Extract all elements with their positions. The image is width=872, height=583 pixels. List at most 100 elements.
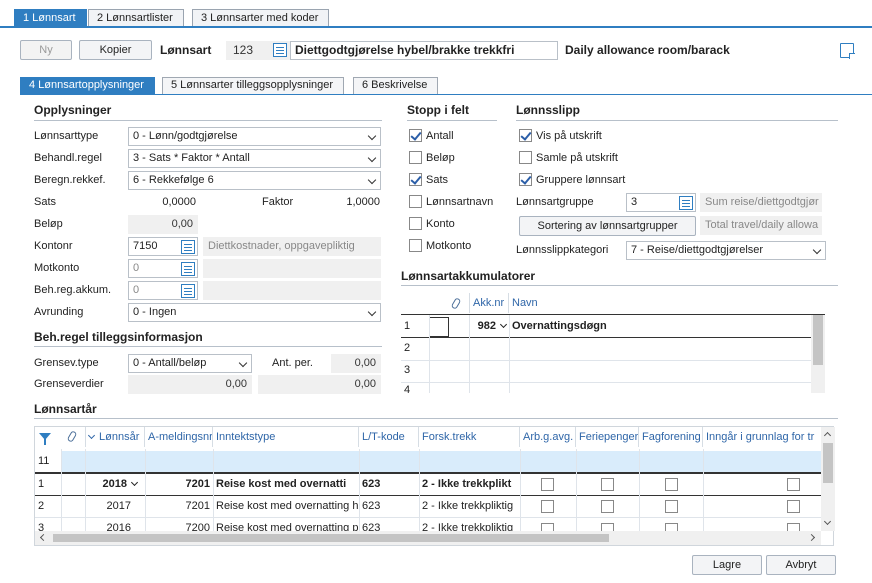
- col-inngar-grunnlag[interactable]: Inngår i grunnlag for tr: [703, 427, 821, 447]
- behreg-field[interactable]: 0: [128, 281, 198, 300]
- stopp-sats-checkbox[interactable]: [409, 173, 422, 186]
- tab-lonnsart[interactable]: 1 Lønnsart: [14, 9, 87, 27]
- beregn-select[interactable]: 6 - Rekkefølge 6: [128, 171, 381, 190]
- subtab-lonnsartopplysninger[interactable]: 4 Lønnsartopplysninger: [20, 77, 155, 94]
- table-row-lt-kode[interactable]: 623: [359, 474, 419, 495]
- stopp-belop-checkbox[interactable]: [409, 151, 422, 164]
- table-row-inntektstype[interactable]: Reise kost med overnatti: [213, 474, 359, 495]
- samle-utskrift-checkbox[interactable]: [519, 151, 532, 164]
- col-akknr[interactable]: Akk.nr: [469, 293, 509, 313]
- table-hscrollbar-thumb[interactable]: [53, 534, 609, 542]
- table-row-forsk-trekk[interactable]: 2 - Ikke trekkplikt: [419, 474, 520, 495]
- table-vscrollbar[interactable]: [821, 427, 835, 531]
- stopp-antall-checkbox[interactable]: [409, 129, 422, 142]
- gruppere-lonnsart-checkbox[interactable]: [519, 173, 532, 186]
- motkonto-lookup-icon[interactable]: [181, 262, 195, 276]
- table-row-lonnsar[interactable]: 2017: [85, 496, 145, 517]
- kontonr-field[interactable]: 7150: [128, 237, 198, 256]
- scroll-left-icon[interactable]: [39, 533, 48, 542]
- table-row-amelding[interactable]: 7201: [145, 474, 213, 495]
- scroll-down-icon[interactable]: [823, 517, 832, 526]
- table-row-amelding[interactable]: 7200: [145, 518, 213, 531]
- subtab-lonnsarter-tilleggsopplysninger[interactable]: 5 Lønnsarter tilleggsopplysninger: [162, 77, 345, 94]
- stopp-motkonto-checkbox[interactable]: [409, 239, 422, 252]
- avrunding-select[interactable]: 0 - Ingen: [128, 303, 381, 322]
- table-row-lt-kode[interactable]: 623: [359, 518, 419, 531]
- akk-scrollbar-thumb[interactable]: [813, 315, 823, 365]
- table-row-lonnsar[interactable]: 2016: [85, 518, 145, 531]
- new-button[interactable]: Ny: [20, 40, 72, 60]
- table-row-amelding[interactable]: 7201: [145, 496, 213, 517]
- grenseverdier-field-2[interactable]: 0,00: [258, 375, 381, 394]
- copy-button[interactable]: Kopier: [79, 40, 152, 60]
- lonnsartgruppe-field[interactable]: 3: [626, 193, 696, 212]
- feriepenger-checkbox[interactable]: [601, 478, 614, 491]
- vis-utskrift-checkbox[interactable]: [519, 129, 532, 142]
- col-ameldingsnr[interactable]: A-meldingsnr: [145, 427, 213, 447]
- inngar-checkbox[interactable]: [787, 500, 800, 513]
- feriepenger-checkbox[interactable]: [601, 523, 614, 531]
- col-lt-kode[interactable]: L/T-kode: [359, 427, 419, 447]
- tillegg-divider: [34, 346, 382, 347]
- col-navn[interactable]: Navn: [509, 293, 825, 313]
- save-button[interactable]: Lagre: [692, 555, 762, 575]
- filter-row[interactable]: [61, 451, 821, 472]
- inngar-checkbox[interactable]: [787, 478, 800, 491]
- filter-icon[interactable]: [39, 433, 51, 445]
- antper-field[interactable]: 0,00: [331, 354, 381, 373]
- description-field[interactable]: Diettgodtgjørelse hybel/brakke trekkfri: [290, 41, 558, 60]
- opplysninger-title: Opplysninger: [34, 103, 112, 117]
- inngar-checkbox[interactable]: [787, 523, 800, 531]
- wage-code-lookup-icon[interactable]: [273, 43, 287, 57]
- table-row-forsk-trekk[interactable]: 2 - Ikke trekkpliktig: [419, 496, 520, 517]
- arbgavg-checkbox[interactable]: [541, 523, 554, 531]
- akk-row-akknr[interactable]: 982: [469, 316, 509, 337]
- col-arbgavg[interactable]: Arb.g.avg.: [520, 427, 576, 447]
- arbgavg-checkbox[interactable]: [541, 478, 554, 491]
- table-hscrollbar[interactable]: [35, 531, 821, 545]
- akk-row-attachment[interactable]: [429, 317, 449, 337]
- stopp-konto-checkbox[interactable]: [409, 217, 422, 230]
- motkonto-field[interactable]: 0: [128, 259, 198, 278]
- behandl-select[interactable]: 3 - Sats * Faktor * Antall: [128, 149, 381, 168]
- table-vscrollbar-thumb[interactable]: [823, 443, 833, 483]
- akk-row-navn[interactable]: Overnattingsdøgn: [509, 316, 809, 337]
- subtab-beskrivelse[interactable]: 6 Beskrivelse: [353, 77, 439, 94]
- col-forsk-trekk[interactable]: Forsk.trekk: [419, 427, 520, 447]
- col-lonnsar[interactable]: Lønnsår: [85, 427, 145, 447]
- col-inntektstype[interactable]: Inntektstype: [213, 427, 359, 447]
- note-icon[interactable]: [840, 43, 855, 59]
- grenseverdier-field-1[interactable]: 0,00: [128, 375, 252, 394]
- tab-lonnsartlister[interactable]: 2 Lønnsartlister: [88, 9, 184, 27]
- scroll-up-icon[interactable]: [823, 431, 832, 440]
- table-row-inntektstype[interactable]: Reise kost med overnatting p: [213, 518, 359, 531]
- kontonr-lookup-icon[interactable]: [181, 240, 195, 254]
- chevron-down-icon[interactable]: [130, 478, 139, 487]
- sortering-button[interactable]: Sortering av lønnsartgrupper: [519, 216, 696, 236]
- behreg-lookup-icon[interactable]: [181, 284, 195, 298]
- table-row-lt-kode[interactable]: 623: [359, 496, 419, 517]
- chevron-down-icon[interactable]: [499, 320, 508, 329]
- lonnsslippkategori-select[interactable]: 7 - Reise/diettgodtgjørelser: [626, 241, 826, 260]
- fagforening-checkbox[interactable]: [665, 523, 678, 531]
- lonnsarttype-select[interactable]: 0 - Lønn/godtgjørelse: [128, 127, 381, 146]
- scroll-right-icon[interactable]: [807, 533, 816, 542]
- stopp-lonnsartnavn-checkbox[interactable]: [409, 195, 422, 208]
- feriepenger-checkbox[interactable]: [601, 500, 614, 513]
- table-row-inntektstype[interactable]: Reise kost med overnatting h: [213, 496, 359, 517]
- tab-lonnsarter-med-koder[interactable]: 3 Lønnsarter med koder: [192, 9, 330, 27]
- fagforening-checkbox[interactable]: [665, 478, 678, 491]
- cancel-button[interactable]: Avbryt: [766, 555, 836, 575]
- lonnsartgruppe-lookup-icon[interactable]: [679, 196, 693, 210]
- row-divider: [401, 360, 811, 361]
- col-fagforening[interactable]: Fagforening: [639, 427, 703, 447]
- belop-field[interactable]: 0,00: [128, 215, 198, 234]
- akk-scrollbar[interactable]: [811, 315, 825, 393]
- table-row-lonnsar[interactable]: 2018: [85, 474, 145, 495]
- grensev-select[interactable]: 0 - Antall/beløp: [128, 354, 252, 373]
- fagforening-checkbox[interactable]: [665, 500, 678, 513]
- col-feriepenger[interactable]: Feriepenger: [576, 427, 639, 447]
- table-row-forsk-trekk[interactable]: 2 - Ikke trekkpliktig: [419, 518, 520, 531]
- subtab-underline: [20, 94, 872, 95]
- arbgavg-checkbox[interactable]: [541, 500, 554, 513]
